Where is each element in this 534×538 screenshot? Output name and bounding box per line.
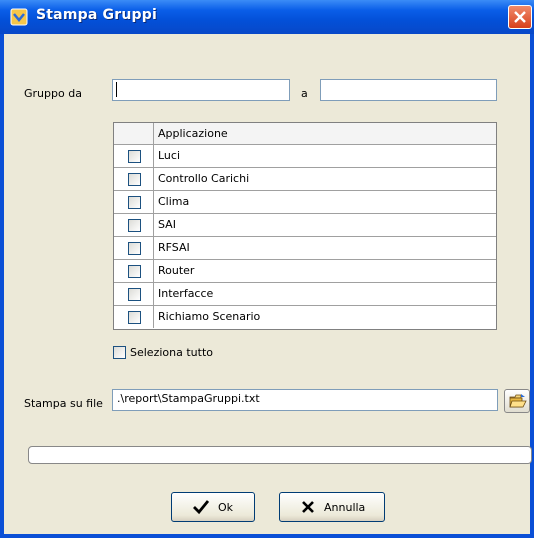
row-label: Richiamo Scenario [158,310,261,323]
cancel-label: Annulla [324,501,366,514]
table-header: Applicazione [114,123,496,145]
x-icon [302,501,314,513]
output-file-input[interactable]: .\report\StampaGruppi.txt [112,389,498,411]
row-label: Controllo Carichi [158,172,250,185]
row-checkbox[interactable] [128,265,141,278]
output-file-value: .\report\StampaGruppi.txt [117,392,260,405]
title-bar[interactable]: Stampa Gruppi [0,0,534,34]
group-from-label: Gruppo da [24,87,82,100]
open-folder-icon [509,394,527,408]
select-all-checkbox[interactable] [113,346,126,359]
progress-bar [28,446,532,464]
row-checkbox[interactable] [128,196,141,209]
table-row[interactable]: Clima [114,191,496,214]
table-row[interactable]: Luci [114,145,496,168]
row-checkbox[interactable] [128,288,141,301]
ok-button[interactable]: Ok [171,492,255,522]
column-header-application: Applicazione [158,127,228,140]
row-label: Luci [158,149,181,162]
browse-button[interactable] [504,389,530,413]
row-checkbox[interactable] [128,219,141,232]
text-caret [116,82,117,97]
select-all-label[interactable]: Seleziona tutto [130,346,213,359]
row-checkbox[interactable] [128,173,141,186]
group-to-input[interactable] [320,79,497,101]
table-row[interactable]: Controllo Carichi [114,168,496,191]
table-row[interactable]: Interfacce [114,283,496,306]
dialog-window: Stampa Gruppi Gruppo da a Applicazione L… [0,0,534,538]
row-checkbox[interactable] [128,242,141,255]
table-row[interactable]: RFSAI [114,237,496,260]
close-button[interactable] [508,5,532,29]
table-row[interactable]: Router [114,260,496,283]
row-label: RFSAI [158,241,190,254]
header-check-cell [114,123,154,145]
row-checkbox[interactable] [128,150,141,163]
app-icon [10,8,28,26]
close-icon [514,11,526,23]
output-file-label: Stampa su file [24,397,103,410]
row-label: Router [158,264,195,277]
row-label: Interfacce [158,287,214,300]
ok-label: Ok [218,501,234,514]
checkmark-icon [193,500,210,515]
row-label: Clima [158,195,190,208]
row-checkbox[interactable] [128,311,141,324]
table-row[interactable]: SAI [114,214,496,237]
cancel-button[interactable]: Annulla [279,492,385,522]
row-label: SAI [158,218,176,231]
window-title: Stampa Gruppi [36,7,157,23]
table-row[interactable]: Richiamo Scenario [114,306,496,329]
applications-table: Applicazione Luci Controllo Carichi Clim… [113,122,497,330]
group-from-input[interactable] [112,79,290,101]
group-to-label: a [301,87,308,100]
